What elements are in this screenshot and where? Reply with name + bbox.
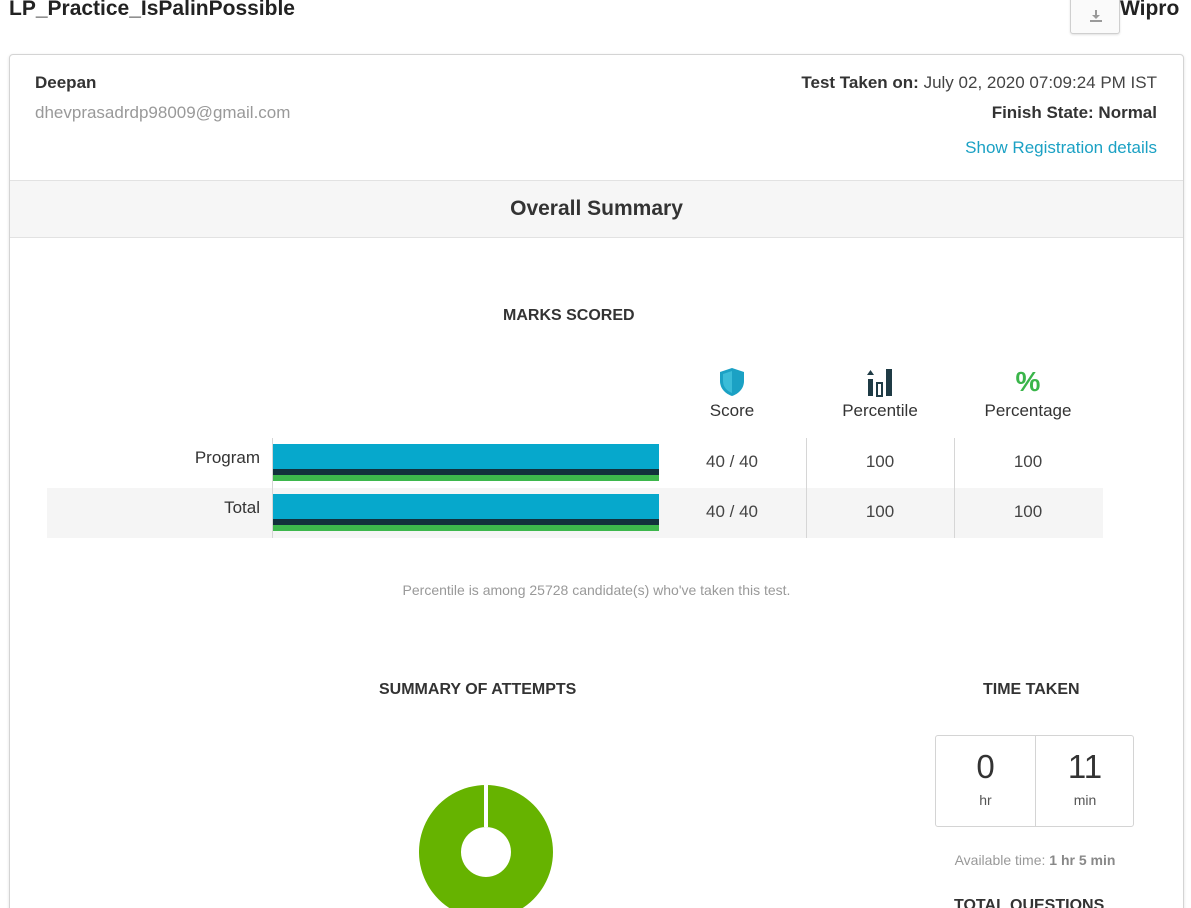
score-bar-green-stripe [273,475,659,481]
score-bar-fill [273,494,659,519]
score-bar [273,494,659,532]
score-cell: 40 / 40 [706,502,758,521]
score-bar-green-stripe [273,525,659,531]
time-hours: 0 hr [936,736,1035,826]
time-minutes: 11 min [1035,736,1134,826]
divider [272,438,273,538]
report-card: Deepan dhevprasadrdp98009@gmail.com Test… [9,54,1184,908]
time-taken-heading: TIME TAKEN [983,681,1080,698]
score-cell: 40 / 40 [706,452,758,471]
percentile-note: Percentile is among 25728 candidate(s) w… [402,582,791,598]
summary-of-attempts-heading: SUMMARY OF ATTEMPTS [379,681,577,698]
test-taken-on: Test Taken on: July 02, 2020 07:09:24 PM… [801,73,1157,93]
marks-scored-heading: MARKS SCORED [503,307,635,324]
donut-gap [484,785,488,827]
score-column-header: Score [658,365,806,421]
time-taken-box: 0 hr 11 min [935,735,1134,827]
overall-summary-header: Overall Summary [10,180,1183,238]
row-label: Total [224,498,260,517]
time-hours-unit: hr [979,792,992,808]
score-bar [273,444,659,482]
percentile-column-header: Percentile [806,365,954,421]
download-icon [1090,10,1102,22]
test-title: LP_Practice_IsPalinPossible [9,0,295,20]
bar-chart-icon [867,369,892,397]
divider [806,438,807,538]
percentile-cell: 100 [865,452,895,471]
percentage-cell: 100 [1013,452,1043,471]
divider [954,438,955,538]
percentage-column-header: % Percentage [954,365,1102,421]
percentage-cell: 100 [1013,502,1043,521]
percentile-cell: 100 [865,502,895,521]
time-hours-value: 0 [976,748,995,785]
test-taken-value: July 02, 2020 07:09:24 PM IST [923,73,1157,92]
test-taken-label: Test Taken on: [801,73,919,92]
organization-name: Wipro [1120,0,1180,20]
time-minutes-unit: min [1073,792,1097,808]
time-minutes-value: 11 [1067,748,1103,785]
candidate-name: Deepan [35,73,97,92]
available-time-label: Available time: [954,852,1046,868]
percentile-column-label: Percentile [842,401,918,420]
available-time: Available time: 1 hr 5 min [935,852,1135,868]
attempts-donut-chart [419,785,553,908]
total-questions-heading: TOTAL QUESTIONS [954,897,1105,908]
download-button[interactable] [1070,0,1120,34]
table-row: Total 40 / 40 100 100 [47,488,1103,538]
percentage-column-label: Percentage [984,401,1072,420]
score-column-label: Score [709,401,755,420]
table-row: Program 40 / 40 100 100 [47,438,1103,488]
row-label: Program [194,448,260,467]
available-time-value: 1 hr 5 min [1049,852,1116,868]
score-bar-fill [273,444,659,469]
shield-icon [720,368,744,396]
show-registration-details-link[interactable]: Show Registration details [965,138,1157,158]
candidate-email: dhevprasadrdp98009@gmail.com [35,103,291,122]
overall-summary-title: Overall Summary [510,197,683,220]
finish-state: Finish State: Normal [991,103,1157,122]
percent-icon: % [1015,366,1041,397]
